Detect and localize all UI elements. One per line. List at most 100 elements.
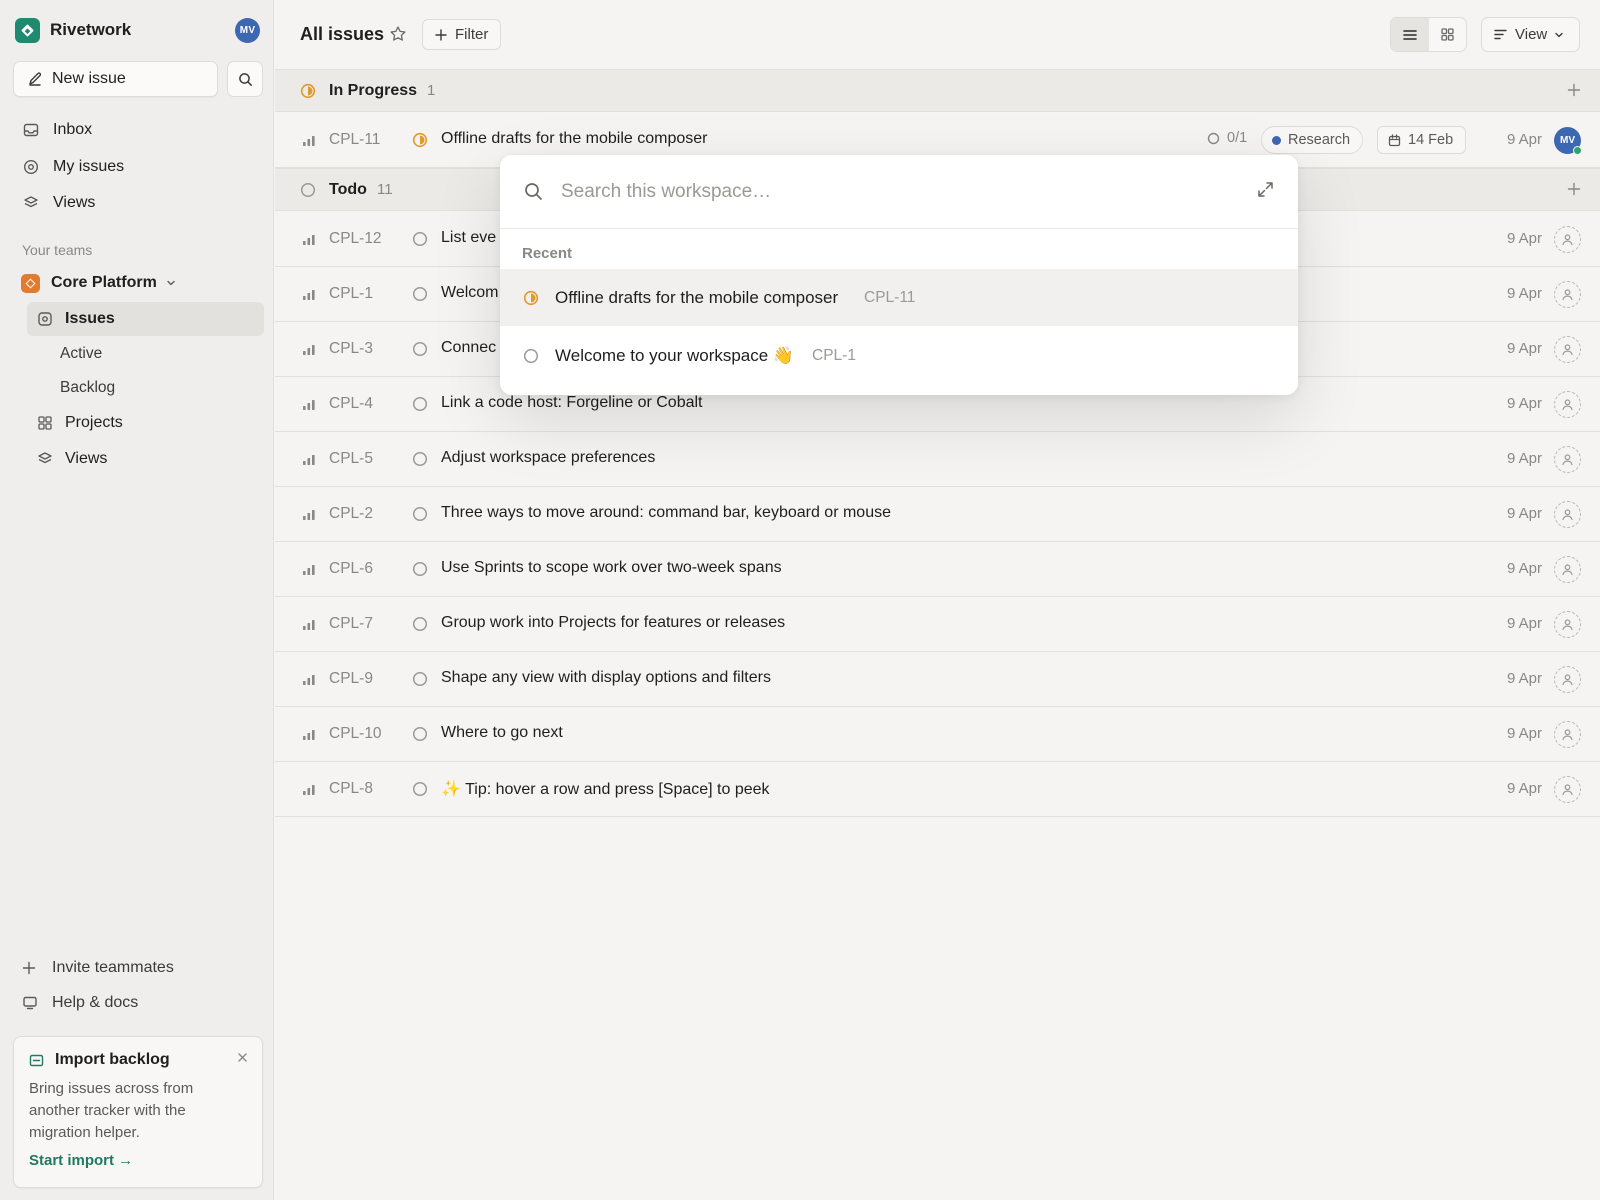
team-logo-icon — [21, 273, 40, 293]
issue-row[interactable]: CPL-6 Use Sprints to scope work over two-… — [275, 542, 1600, 597]
sidebar-item-views[interactable]: Views — [22, 189, 95, 217]
sidebar-item-label: Issues — [65, 310, 115, 327]
assignee-initials: MV — [1560, 135, 1575, 146]
sidebar-search-button[interactable] — [227, 61, 263, 97]
chevron-down-icon — [1555, 32, 1563, 37]
result-title: Offline drafts for the mobile composer — [555, 288, 839, 307]
sidebar-item-issues[interactable]: Issues — [37, 307, 115, 331]
sidebar-item-projects[interactable]: Projects — [37, 411, 123, 435]
todo-status-icon[interactable] — [412, 671, 428, 692]
palette-result[interactable]: Welcome to your workspace 👋 CPL-1 — [500, 327, 1298, 384]
group-name: In Progress — [329, 81, 418, 99]
sidebar-item-inbox[interactable]: Inbox — [22, 116, 92, 144]
sidebar-item-active[interactable]: Active — [60, 342, 102, 366]
sidebar-item-label: Views — [53, 194, 96, 211]
todo-status-icon[interactable] — [412, 616, 428, 637]
workspace-logo-icon — [15, 17, 40, 43]
new-issue-button[interactable]: New issue — [13, 61, 218, 97]
issue-title: Link a code host: Forgeline or Cobalt — [441, 394, 703, 411]
todo-status-icon — [523, 348, 539, 369]
group-count: 11 — [377, 181, 393, 198]
palette-result[interactable]: Offline drafts for the mobile composer C… — [500, 269, 1298, 326]
unassigned-user-icon[interactable] — [1554, 611, 1581, 638]
todo-status-icon[interactable] — [412, 286, 428, 307]
user-avatar[interactable]: MV — [235, 17, 260, 43]
label-color-dot — [1272, 135, 1281, 145]
star-icon[interactable] — [389, 25, 407, 48]
issue-title: List eve — [441, 229, 497, 246]
group-header-in-progress[interactable]: In Progress 1 — [275, 69, 1600, 112]
sidebar-item-backlog[interactable]: Backlog — [60, 376, 115, 400]
workspace-switcher[interactable]: Rivetwork MV — [15, 17, 260, 43]
grid-icon — [37, 415, 53, 431]
created-date: 9 Apr — [1506, 615, 1542, 632]
invite-teammates-link[interactable]: Invite teammates — [22, 956, 174, 980]
todo-status-icon[interactable] — [412, 231, 428, 252]
created-date: 9 Apr — [1506, 230, 1542, 247]
issue-row[interactable]: CPL-8 ✨ Tip: hover a row and press [Space… — [275, 762, 1600, 817]
unassigned-user-icon[interactable] — [1554, 226, 1581, 253]
issues-icon — [37, 311, 53, 327]
close-icon[interactable] — [237, 1050, 248, 1068]
assignee-avatar[interactable]: MV — [1554, 127, 1582, 155]
add-issue-icon[interactable] — [1567, 83, 1581, 102]
created-date: 9 Apr — [1506, 505, 1542, 522]
unassigned-user-icon[interactable] — [1554, 556, 1581, 583]
todo-status-icon[interactable] — [412, 341, 428, 362]
add-issue-icon[interactable] — [1567, 182, 1581, 201]
help-docs-link[interactable]: Help & docs — [22, 991, 138, 1015]
issue-row[interactable]: CPL-5 Adjust workspace preferences 9 Apr — [275, 432, 1600, 487]
todo-status-icon[interactable] — [412, 561, 428, 582]
view-options-button[interactable]: View — [1481, 17, 1580, 52]
team-name: Core Platform — [51, 274, 157, 291]
label-name: Research — [1288, 132, 1351, 148]
issue-id: CPL-10 — [329, 725, 382, 742]
list-layout-button[interactable] — [1391, 18, 1429, 51]
todo-status-icon[interactable] — [412, 396, 428, 417]
unassigned-user-icon[interactable] — [1554, 501, 1581, 528]
issue-id: CPL-4 — [329, 395, 373, 412]
priority-icon — [302, 288, 316, 306]
unassigned-user-icon[interactable] — [1554, 391, 1581, 418]
todo-status-icon[interactable] — [412, 726, 428, 747]
new-issue-label: New issue — [52, 70, 126, 87]
todo-status-icon[interactable] — [412, 451, 428, 472]
label-chip[interactable]: Research — [1261, 126, 1364, 154]
sidebar-item-team-views[interactable]: Views — [37, 447, 107, 471]
issue-row[interactable]: CPL-10 Where to go next 9 Apr — [275, 707, 1600, 762]
expand-icon[interactable] — [1257, 181, 1274, 203]
unassigned-user-icon[interactable] — [1554, 446, 1581, 473]
issue-row[interactable]: CPL-7 Group work into Projects for featur… — [275, 597, 1600, 652]
due-date-chip[interactable]: 14 Feb — [1377, 126, 1467, 154]
layers-icon — [22, 194, 40, 212]
unassigned-user-icon[interactable] — [1554, 666, 1581, 693]
filter-button[interactable]: Filter — [422, 19, 502, 50]
todo-status-icon[interactable] — [412, 506, 428, 527]
sidebar-item-my-issues[interactable]: My issues — [22, 153, 124, 181]
todo-status-icon[interactable] — [412, 781, 428, 802]
unassigned-user-icon[interactable] — [1554, 776, 1581, 803]
layout-toggle — [1390, 17, 1467, 52]
unassigned-user-icon[interactable] — [1554, 721, 1581, 748]
import-backlog-card: Import backlog Bring issues across from … — [13, 1036, 263, 1188]
priority-icon — [302, 508, 316, 526]
issue-id: CPL-11 — [329, 131, 381, 148]
issue-id: CPL-8 — [329, 780, 373, 797]
inbox-icon — [22, 121, 40, 139]
unassigned-user-icon[interactable] — [1554, 281, 1581, 308]
in-progress-status-icon[interactable] — [412, 132, 428, 153]
issue-title: Three ways to move around: command bar, … — [441, 504, 891, 521]
priority-icon — [302, 343, 316, 361]
issue-row[interactable]: CPL-9 Shape any view with display options… — [275, 652, 1600, 707]
sidebar-item-label: Views — [65, 450, 108, 467]
issue-title: Use Sprints to scope work over two-week … — [441, 559, 782, 576]
result-title: Welcome to your workspace 👋 — [555, 346, 795, 365]
start-import-link[interactable]: Start import → — [29, 1152, 247, 1169]
team-core-platform[interactable]: Core Platform — [21, 271, 176, 295]
sub-issue-progress: 0/1 — [1207, 130, 1247, 146]
unassigned-user-icon[interactable] — [1554, 336, 1581, 363]
board-layout-button[interactable] — [1429, 18, 1467, 51]
palette-search-input[interactable] — [561, 177, 1201, 207]
issue-row[interactable]: CPL-2 Three ways to move around: command … — [275, 487, 1600, 542]
chevron-down-icon — [167, 280, 175, 286]
